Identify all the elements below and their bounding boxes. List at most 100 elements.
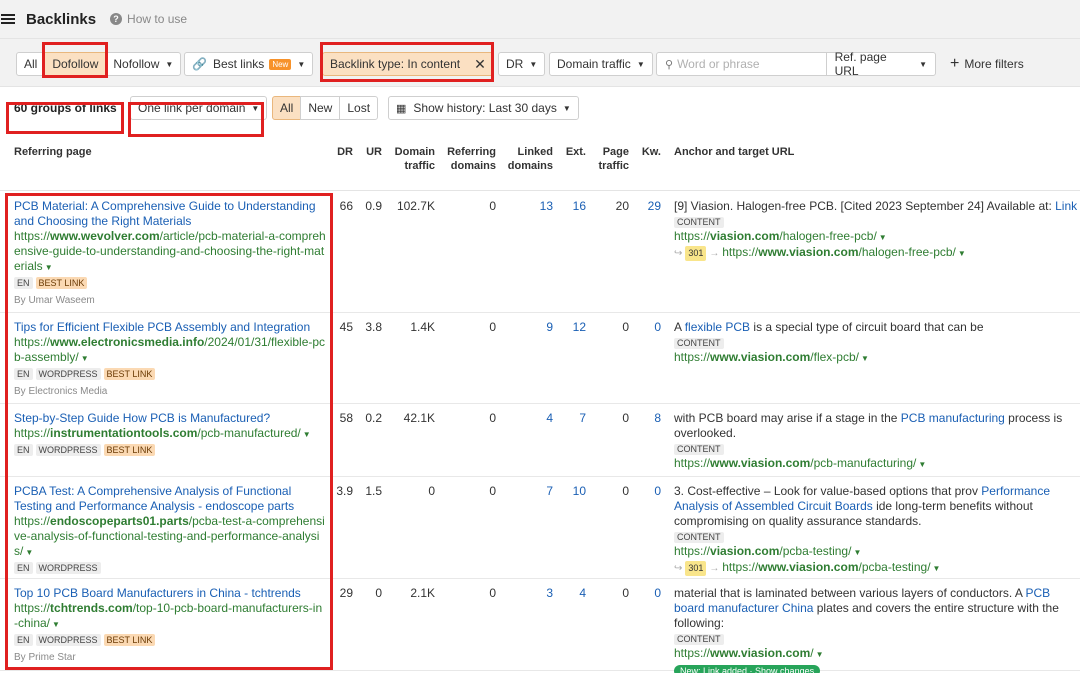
tag-badge: EN	[14, 277, 33, 289]
filter-all[interactable]: All	[16, 52, 46, 76]
ext-value[interactable]: 10	[558, 484, 586, 499]
hamburger-menu-icon[interactable]	[1, 14, 15, 24]
anchor-link[interactable]: flexible PCB	[685, 320, 750, 334]
col-referring-domains[interactable]: Referring domains	[440, 145, 496, 173]
anchor-link[interactable]: Link	[1055, 199, 1077, 213]
referring-domains-value: 0	[489, 586, 496, 600]
chevron-down-icon[interactable]: ▼	[918, 460, 926, 469]
close-icon[interactable]: ✕	[474, 56, 486, 73]
grouping-select[interactable]: One link per domain ▼	[130, 96, 268, 120]
chevron-down-icon[interactable]: ▼	[52, 620, 60, 629]
col-kw[interactable]: Kw.	[636, 145, 661, 159]
chevron-down-icon[interactable]: ▼	[45, 263, 53, 272]
target-url[interactable]: https://www.viasion.com/▼	[674, 646, 1080, 662]
redirect-url[interactable]: ↪ 301 → https://www.viasion.com/halogen-fr…	[674, 245, 1080, 261]
referring-page-title[interactable]: Top 10 PCB Board Manufacturers in China …	[14, 586, 326, 601]
ur-value: 0.9	[365, 199, 382, 213]
linked-domains-value[interactable]: 13	[500, 199, 553, 214]
how-to-use-label: How to use	[127, 12, 188, 26]
col-dr[interactable]: DR	[330, 145, 353, 159]
anchor-before: [9] Viasion. Halogen-free PCB. [Cited 20…	[674, 199, 1056, 213]
chevron-down-icon[interactable]: ▼	[958, 249, 966, 258]
how-to-use-link[interactable]: ? How to use	[110, 12, 187, 26]
referring-page-url[interactable]: https://tchtrends.com/top-10-pcb-board-m…	[14, 601, 326, 632]
col-linked-domains[interactable]: Linked domains	[500, 145, 553, 173]
page-traffic-value: 0	[622, 411, 629, 425]
search-input[interactable]: Word or phrase	[677, 57, 826, 71]
page-title: Backlinks	[26, 10, 97, 28]
col-page-traffic[interactable]: Page traffic	[590, 145, 629, 173]
page-traffic-value: 0	[622, 586, 629, 600]
chevron-down-icon[interactable]: ▼	[933, 564, 941, 573]
kw-value[interactable]: 29	[636, 199, 661, 214]
col-referring-page[interactable]: Referring page	[14, 145, 92, 159]
target-url[interactable]: https://www.viasion.com/flex-pcb/▼	[674, 350, 1080, 366]
linked-domains-value[interactable]: 4	[500, 411, 553, 426]
chevron-down-icon[interactable]: ▼	[853, 548, 861, 557]
referring-page-url[interactable]: https://instrumentationtools.com/pcb-man…	[14, 426, 326, 442]
col-anchor[interactable]: Anchor and target URL	[674, 145, 794, 159]
history-label: Show history: Last 30 days	[413, 101, 557, 115]
referring-domains-value: 0	[489, 411, 496, 425]
search-scope-select[interactable]: Ref. page URL ▼	[825, 50, 935, 78]
history-select[interactable]: ▦ Show history: Last 30 days ▼	[388, 96, 579, 120]
filter-nofollow[interactable]: Nofollow ▼	[105, 52, 182, 76]
referring-page-title[interactable]: Tips for Efficient Flexible PCB Assembly…	[14, 320, 326, 335]
ext-value[interactable]: 7	[558, 411, 586, 426]
filter-dofollow[interactable]: Dofollow	[44, 52, 107, 76]
dr-filter[interactable]: DR ▼	[498, 52, 546, 76]
tab-all[interactable]: All	[272, 96, 302, 120]
linked-domains-value[interactable]: 7	[500, 484, 553, 499]
target-url[interactable]: https://viasion.com/halogen-free-pcb/▼	[674, 229, 1080, 245]
referring-domains-value: 0	[489, 199, 496, 213]
referring-page-url[interactable]: https://www.electronicsmedia.info/2024/0…	[14, 335, 326, 366]
chevron-down-icon[interactable]: ▼	[879, 233, 887, 242]
url-path: /pcb-manufactured/	[197, 426, 301, 440]
anchor-link[interactable]: PCB manufacturing	[901, 411, 1005, 425]
ext-value[interactable]: 16	[558, 199, 586, 214]
backlink-type-filter[interactable]: Backlink type: In content ✕	[322, 52, 494, 76]
chevron-down-icon[interactable]: ▼	[861, 354, 869, 363]
referring-page-cell: PCBA Test: A Comprehensive Analysis of F…	[14, 484, 326, 574]
kw-value[interactable]: 0	[636, 320, 661, 335]
tag-badge: BEST LINK	[103, 368, 156, 380]
referring-page-title[interactable]: PCBA Test: A Comprehensive Analysis of F…	[14, 484, 326, 514]
referring-page-title[interactable]: PCB Material: A Comprehensive Guide to U…	[14, 199, 326, 229]
more-filters-button[interactable]: + More filters	[950, 56, 1024, 72]
target-url[interactable]: https://viasion.com/pcba-testing/▼	[674, 544, 1080, 560]
linked-domains-value[interactable]: 9	[500, 320, 553, 335]
kw-value[interactable]: 8	[636, 411, 661, 426]
ur-value: 0.2	[365, 411, 382, 425]
new-link-badge[interactable]: New: Link added · Show changes	[674, 665, 821, 673]
referring-page-title[interactable]: Step-by-Step Guide How PCB is Manufactur…	[14, 411, 326, 426]
search-box: ⚲ Word or phrase Ref. page URL ▼	[656, 50, 936, 78]
grouping-label: One link per domain	[138, 101, 246, 115]
target-path: /flex-pcb/	[810, 350, 859, 364]
best-links-button[interactable]: 🔗 Best links New ▼	[184, 52, 314, 76]
url-domain: www.electronicsmedia.info	[50, 335, 205, 349]
kw-value[interactable]: 0	[636, 484, 661, 499]
col-ext[interactable]: Ext.	[558, 145, 586, 159]
kw-value[interactable]: 0	[636, 586, 661, 601]
chevron-down-icon[interactable]: ▼	[81, 354, 89, 363]
referring-page-url[interactable]: https://endoscopeparts01.parts/pcba-test…	[14, 514, 326, 560]
chevron-down-icon[interactable]: ▼	[25, 548, 33, 557]
ext-value[interactable]: 12	[558, 320, 586, 335]
target-url[interactable]: https://www.viasion.com/pcb-manufacturin…	[674, 456, 1080, 472]
col-ur[interactable]: UR	[358, 145, 382, 159]
domain-traffic-filter[interactable]: Domain traffic ▼	[549, 52, 653, 76]
anchor-text: with PCB board may arise if a stage in t…	[674, 411, 1080, 441]
chevron-down-icon[interactable]: ▼	[303, 430, 311, 439]
ext-value[interactable]: 4	[558, 586, 586, 601]
col-domain-traffic[interactable]: Domain traffic	[386, 145, 435, 173]
referring-page-cell: PCB Material: A Comprehensive Guide to U…	[14, 199, 326, 308]
tab-lost[interactable]: Lost	[339, 96, 379, 120]
tab-new[interactable]: New	[300, 96, 341, 120]
author: By Electronics Media	[14, 386, 108, 397]
chevron-down-icon[interactable]: ▼	[816, 650, 824, 659]
linked-domains-value[interactable]: 3	[500, 586, 553, 601]
target-prefix: https://	[674, 229, 711, 243]
redirect-url[interactable]: ↪ 301 → https://www.viasion.com/pcba-testi…	[674, 560, 1080, 576]
referring-page-url[interactable]: https://www.wevolver.com/article/pcb-mat…	[14, 229, 326, 275]
target-domain: www.viasion.com	[710, 456, 811, 470]
